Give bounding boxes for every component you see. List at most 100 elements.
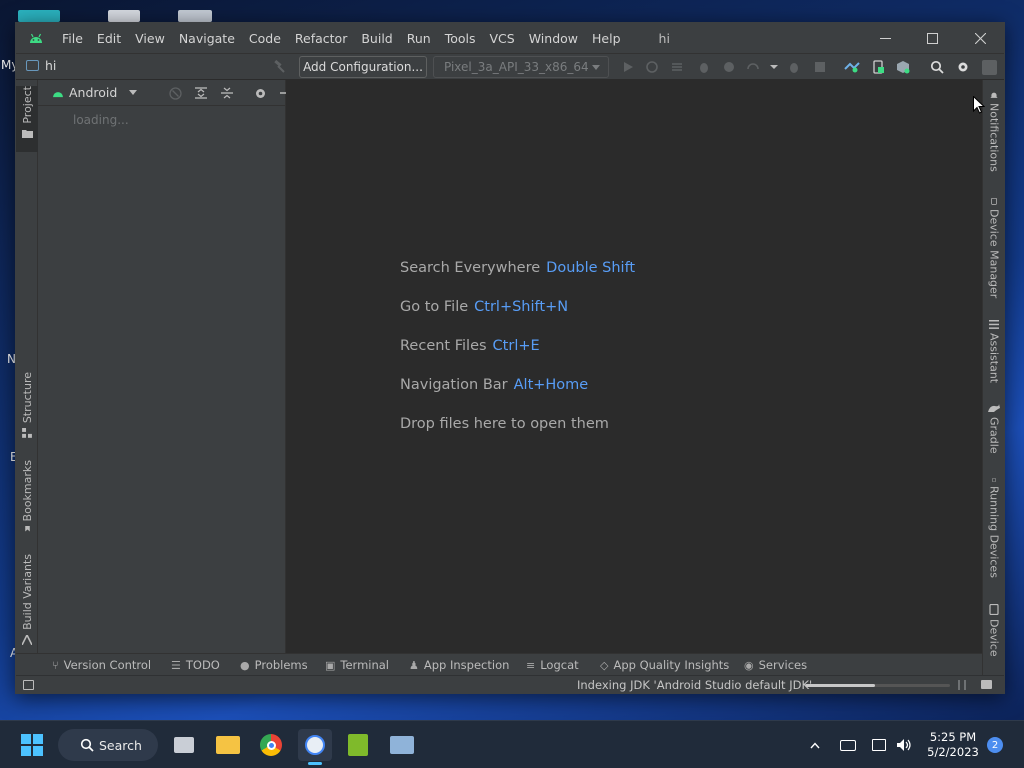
task-view-button[interactable] xyxy=(168,729,200,761)
tab-label: TODO xyxy=(185,658,220,672)
monitor-icon xyxy=(390,736,414,754)
tab-terminal[interactable]: ▣ Terminal xyxy=(325,658,389,672)
tab-assistant-label: Assistant xyxy=(987,333,1001,384)
main-toolbar: hi Add Configuration... Pixel_3a_API_33_… xyxy=(16,53,1004,80)
debug-icon[interactable] xyxy=(694,57,714,77)
desktop-icon[interactable] xyxy=(18,10,60,22)
bug-icon[interactable] xyxy=(784,57,804,77)
volume-icon[interactable] xyxy=(894,729,914,761)
tab-structure-label: Structure xyxy=(20,372,34,424)
menu-tools[interactable]: Tools xyxy=(445,31,484,46)
notepad-icon xyxy=(348,734,368,756)
notification-badge[interactable]: 2 xyxy=(987,737,1003,753)
taskbar-clock[interactable]: 5:25 PM 5/2/2023 xyxy=(922,730,984,760)
terminal-icon: ▣ xyxy=(325,658,336,672)
menu-vcs[interactable]: VCS xyxy=(490,31,523,46)
tab-device-manager[interactable]: Device Manager xyxy=(983,198,1005,298)
show-hidden-icons-button[interactable] xyxy=(806,729,824,761)
menu-navigate[interactable]: Navigate xyxy=(179,31,243,46)
chevron-down-icon xyxy=(592,65,600,70)
pause-icon[interactable] xyxy=(958,680,966,690)
chrome-button[interactable] xyxy=(255,729,287,761)
menu-refactor[interactable]: Refactor xyxy=(295,31,355,46)
sdk-manager-icon[interactable] xyxy=(893,57,913,77)
tab-app-quality-insights[interactable]: ◇ App Quality Insights xyxy=(600,658,729,672)
monitor-app-button[interactable] xyxy=(386,729,418,761)
maximize-icon xyxy=(926,32,938,44)
info-icon: ● xyxy=(240,658,250,672)
menu-help[interactable]: Help xyxy=(592,31,629,46)
project-breadcrumb[interactable]: hi xyxy=(26,58,56,73)
avatar[interactable] xyxy=(979,57,999,77)
device-manager-icon[interactable] xyxy=(868,57,888,77)
network-icon[interactable] xyxy=(870,729,888,761)
minimize-button[interactable] xyxy=(862,23,908,53)
gear-icon[interactable] xyxy=(251,84,269,102)
tab-label: Services xyxy=(758,658,808,672)
maximize-button[interactable] xyxy=(909,23,955,53)
tab-version-control[interactable]: ⑂ Version Control xyxy=(52,658,151,672)
android-studio-taskbar-button[interactable] xyxy=(298,729,332,761)
attach-debugger-icon[interactable] xyxy=(743,57,763,77)
hint-shortcut: Alt+Home xyxy=(513,377,589,393)
add-configuration-button[interactable]: Add Configuration... xyxy=(299,56,427,78)
tab-label: App Inspection xyxy=(423,658,510,672)
clock-time: 5:25 PM xyxy=(929,730,977,744)
desktop-icon[interactable] xyxy=(108,10,140,22)
menu-code[interactable]: Code xyxy=(249,31,289,46)
hint-shortcut: Ctrl+Shift+N xyxy=(474,299,569,315)
search-icon[interactable] xyxy=(927,57,947,77)
collapse-all-icon[interactable] xyxy=(218,84,236,102)
tab-project[interactable]: Project xyxy=(16,86,38,152)
profile-icon[interactable] xyxy=(719,57,739,77)
gradle-icon xyxy=(988,404,1000,412)
keyboard-icon[interactable] xyxy=(838,729,858,761)
run-icon[interactable] xyxy=(618,57,638,77)
device-icon xyxy=(989,604,999,615)
menu-file[interactable]: File xyxy=(62,31,91,46)
tab-notifications[interactable]: Notifications xyxy=(983,92,1005,172)
tab-device[interactable]: Device xyxy=(983,604,1005,674)
indexing-status[interactable]: Indexing JDK 'Android Studio default JDK… xyxy=(577,678,812,692)
event-log-icon[interactable] xyxy=(981,680,992,689)
menu-build[interactable]: Build xyxy=(361,31,400,46)
expand-all-icon[interactable] xyxy=(192,84,210,102)
close-button[interactable] xyxy=(957,23,1003,53)
menu-view[interactable]: View xyxy=(135,31,173,46)
tab-running-devices[interactable]: Running Devices xyxy=(983,478,1005,578)
menu-run[interactable]: Run xyxy=(407,31,439,46)
tab-gradle[interactable]: Gradle xyxy=(983,404,1005,460)
chevron-down-icon[interactable] xyxy=(764,57,784,77)
menu-edit[interactable]: Edit xyxy=(97,31,129,46)
start-button[interactable] xyxy=(16,729,48,761)
tab-assistant[interactable]: Assistant xyxy=(983,320,1005,384)
sync-gradle-icon[interactable] xyxy=(842,57,862,77)
tab-todo[interactable]: ☰ TODO xyxy=(171,658,220,672)
tab-structure[interactable]: Structure xyxy=(16,372,38,438)
tab-services[interactable]: ◉ Services xyxy=(744,658,807,672)
file-explorer-button[interactable] xyxy=(212,729,244,761)
toggle-tool-windows-icon[interactable] xyxy=(23,680,34,690)
tab-app-inspection[interactable]: ♟ App Inspection xyxy=(409,658,509,672)
apply-changes-icon[interactable] xyxy=(642,57,662,77)
hammer-icon[interactable] xyxy=(269,57,289,77)
project-view-mode[interactable]: Android xyxy=(69,85,117,100)
device-selector[interactable]: Pixel_3a_API_33_x86_64 xyxy=(433,56,609,78)
stop-icon[interactable] xyxy=(810,57,830,77)
tab-device-manager-label: Device Manager xyxy=(987,208,1001,298)
tab-problems[interactable]: ● Problems xyxy=(240,658,308,672)
editor-area[interactable]: Search Everywhere Double Shift Go to File… xyxy=(286,80,982,675)
desktop-icon[interactable] xyxy=(178,10,212,22)
hint-shortcut: Ctrl+E xyxy=(492,338,540,354)
taskbar-search[interactable]: Search xyxy=(58,729,158,761)
notepad-button[interactable] xyxy=(342,729,374,761)
gear-icon[interactable] xyxy=(953,57,973,77)
device-icon xyxy=(991,198,997,205)
chevron-down-icon[interactable] xyxy=(129,90,138,95)
apply-code-changes-icon[interactable] xyxy=(667,57,687,77)
menu-window[interactable]: Window xyxy=(529,31,586,46)
tab-bookmarks[interactable]: Bookmarks xyxy=(16,460,38,532)
tab-logcat[interactable]: ≡ Logcat xyxy=(526,658,579,672)
locate-icon[interactable] xyxy=(166,84,184,102)
tab-build-variants[interactable]: Build Variants xyxy=(16,554,38,646)
